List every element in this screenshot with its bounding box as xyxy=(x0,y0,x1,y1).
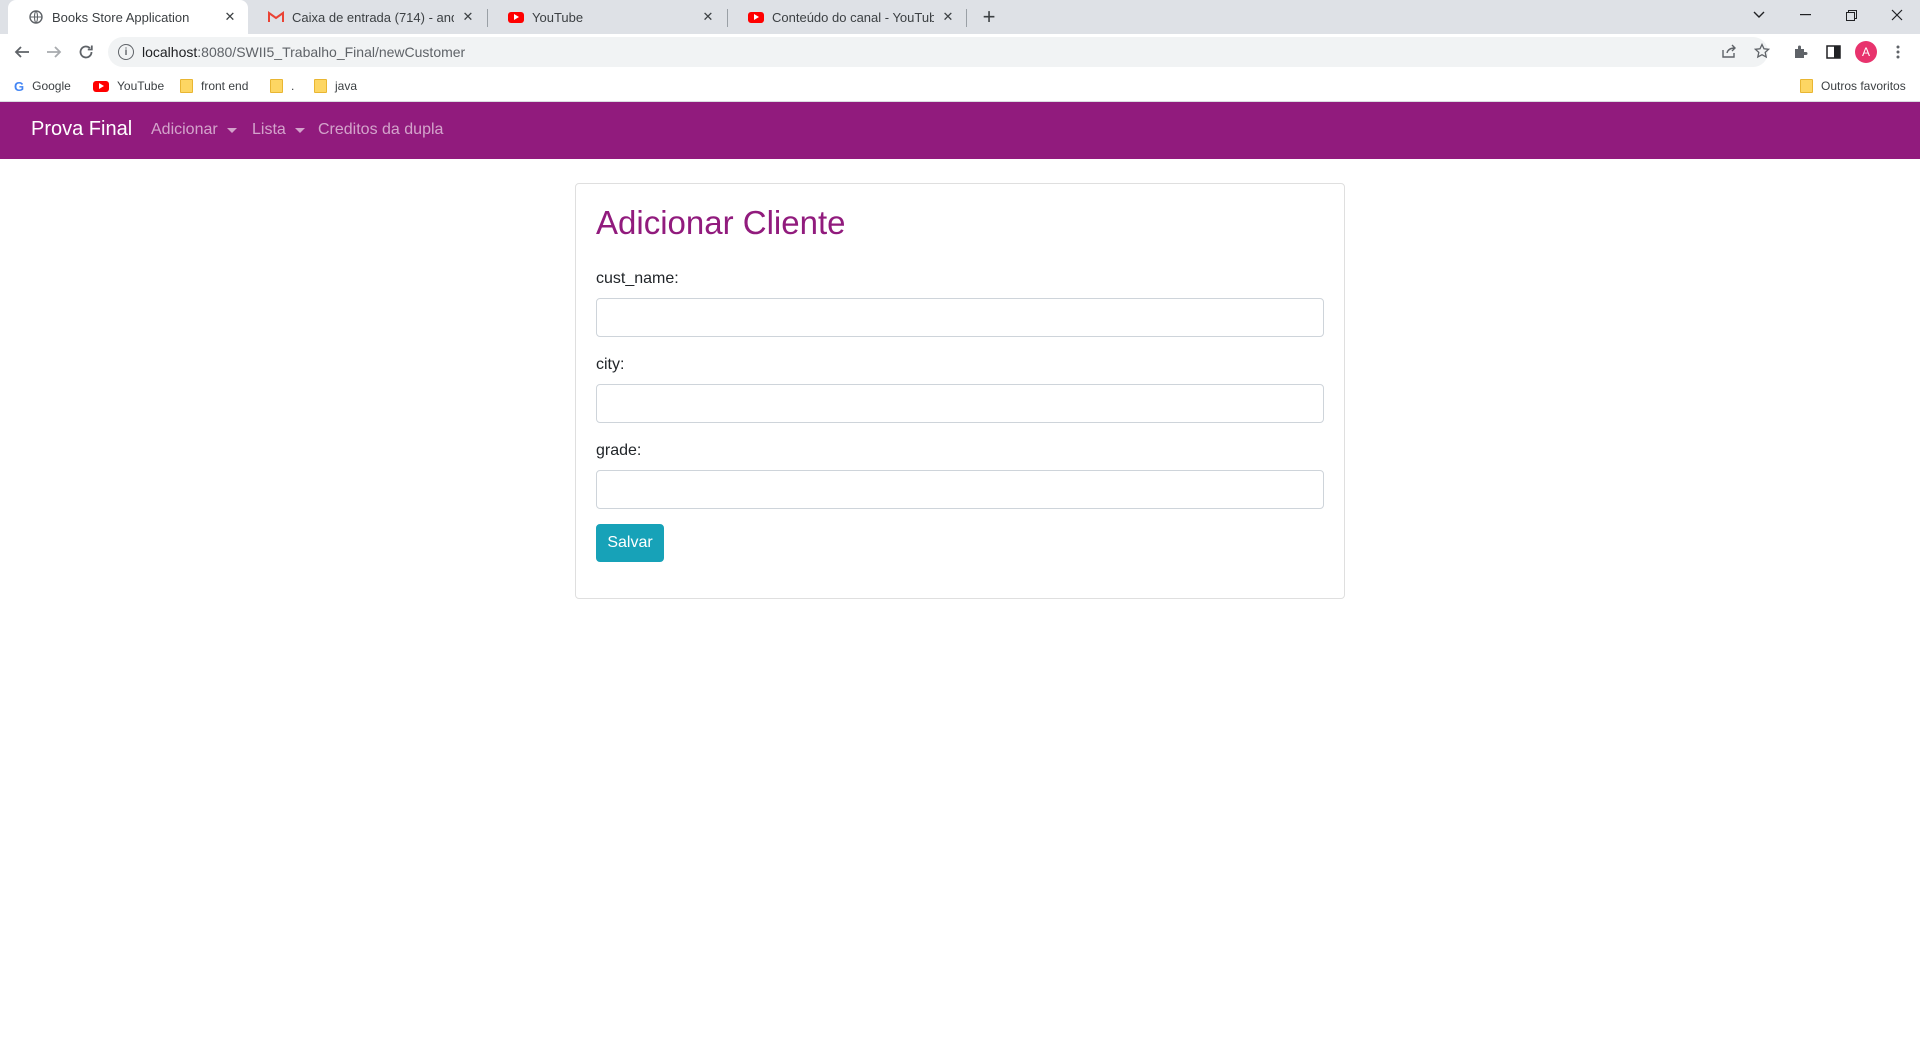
new-tab-button[interactable]: + xyxy=(976,4,1002,30)
city-label: city: xyxy=(596,356,625,373)
forward-arrow-icon[interactable] xyxy=(40,38,68,66)
folder-icon xyxy=(1800,79,1813,93)
bookmark-google[interactable]: G Google xyxy=(14,77,71,95)
nav-adicionar-dropdown[interactable]: Adicionar xyxy=(151,121,237,139)
bookmarks-bar: G Google YouTube front end . java Outros… xyxy=(0,70,1920,102)
folder-icon xyxy=(270,79,283,93)
nav-link-label: Creditos da dupla xyxy=(318,121,444,138)
close-tab-icon[interactable]: ✕ xyxy=(222,9,238,25)
caret-down-icon xyxy=(294,127,305,133)
bookmark-label: Outros favoritos xyxy=(1821,79,1906,93)
grade-label: grade: xyxy=(596,442,642,459)
tab-youtube[interactable]: YouTube ✕ xyxy=(488,0,726,34)
back-arrow-icon[interactable] xyxy=(8,38,36,66)
tab-title: Books Store Application xyxy=(52,9,190,25)
restore-icon[interactable] xyxy=(1828,0,1874,30)
tab-separator xyxy=(966,9,967,27)
bookmark-label: front end xyxy=(201,79,249,93)
tab-strip: Books Store Application ✕ Caixa de entra… xyxy=(0,0,1920,34)
bookmark-label: java xyxy=(335,79,358,93)
folder-icon xyxy=(314,79,327,93)
navbar-brand[interactable]: Prova Final xyxy=(31,118,132,141)
bookmark-label: Google xyxy=(32,79,71,93)
extensions-puzzle-icon[interactable] xyxy=(1787,38,1815,66)
bookmark-star-icon[interactable] xyxy=(1750,39,1774,63)
youtube-icon xyxy=(93,80,109,92)
save-button[interactable]: Salvar xyxy=(596,524,664,562)
tab-title: YouTube xyxy=(532,9,584,25)
reload-icon[interactable] xyxy=(72,38,100,66)
nav-link-label: Lista xyxy=(252,121,286,138)
google-icon: G xyxy=(14,78,25,94)
url-path: :8080/SWII5_Trabalho_Final/newCustomer xyxy=(197,44,466,60)
tab-books-store[interactable]: Books Store Application ✕ xyxy=(8,0,248,34)
close-tab-icon[interactable]: ✕ xyxy=(940,9,956,25)
browser-toolbar: i localhost:8080/SWII5_Trabalho_Final/ne… xyxy=(0,34,1920,70)
page-title: Adicionar Cliente xyxy=(596,204,846,241)
info-icon[interactable]: i xyxy=(118,44,134,60)
tab-title: Caixa de entrada (714) - andreza xyxy=(292,9,454,25)
bookmark-java[interactable]: java xyxy=(314,77,357,95)
folder-icon xyxy=(180,79,193,93)
nav-link-label: Adicionar xyxy=(151,121,218,138)
close-window-icon[interactable] xyxy=(1874,0,1920,30)
url-host: localhost xyxy=(142,44,198,60)
side-panel-icon[interactable] xyxy=(1819,38,1847,66)
youtube-icon xyxy=(508,9,524,25)
gmail-icon xyxy=(268,9,284,25)
globe-icon xyxy=(28,9,44,25)
cust-name-label: cust_name: xyxy=(596,270,679,287)
cust-name-input[interactable] xyxy=(596,298,1324,337)
nav-lista-dropdown[interactable]: Lista xyxy=(252,121,305,139)
bookmark-other-favorites[interactable]: Outros favoritos xyxy=(1800,77,1906,95)
close-tab-icon[interactable]: ✕ xyxy=(460,9,476,25)
avatar-letter: A xyxy=(1855,41,1877,63)
tab-search-icon[interactable] xyxy=(1736,0,1782,30)
bookmark-label: YouTube xyxy=(117,79,165,93)
youtube-studio-icon xyxy=(748,9,764,25)
grade-input[interactable] xyxy=(596,470,1324,509)
caret-down-icon xyxy=(226,127,237,133)
menu-kebab-icon[interactable] xyxy=(1884,38,1912,66)
nav-creditos-link[interactable]: Creditos da dupla xyxy=(318,121,443,139)
bookmark-dot[interactable]: . xyxy=(270,77,294,95)
tab-title: Conteúdo do canal - YouTube St xyxy=(772,9,934,25)
tab-youtube-studio[interactable]: Conteúdo do canal - YouTube St ✕ xyxy=(728,0,966,34)
close-tab-icon[interactable]: ✕ xyxy=(700,9,716,25)
address-bar[interactable]: i localhost:8080/SWII5_Trabalho_Final/ne… xyxy=(108,37,1768,67)
bookmark-front-end[interactable]: front end xyxy=(180,77,248,95)
add-customer-card: Adicionar Cliente cust_name: city: grade… xyxy=(575,183,1345,599)
city-input[interactable] xyxy=(596,384,1324,423)
bookmark-label: . xyxy=(291,79,295,93)
app-navbar: Prova Final Adicionar Lista Creditos da … xyxy=(0,102,1920,159)
minimize-icon[interactable] xyxy=(1782,0,1828,30)
profile-avatar[interactable]: A xyxy=(1852,38,1880,66)
bookmark-youtube[interactable]: YouTube xyxy=(93,77,164,95)
share-icon[interactable] xyxy=(1717,39,1741,63)
tab-gmail[interactable]: Caixa de entrada (714) - andreza ✕ xyxy=(248,0,486,34)
